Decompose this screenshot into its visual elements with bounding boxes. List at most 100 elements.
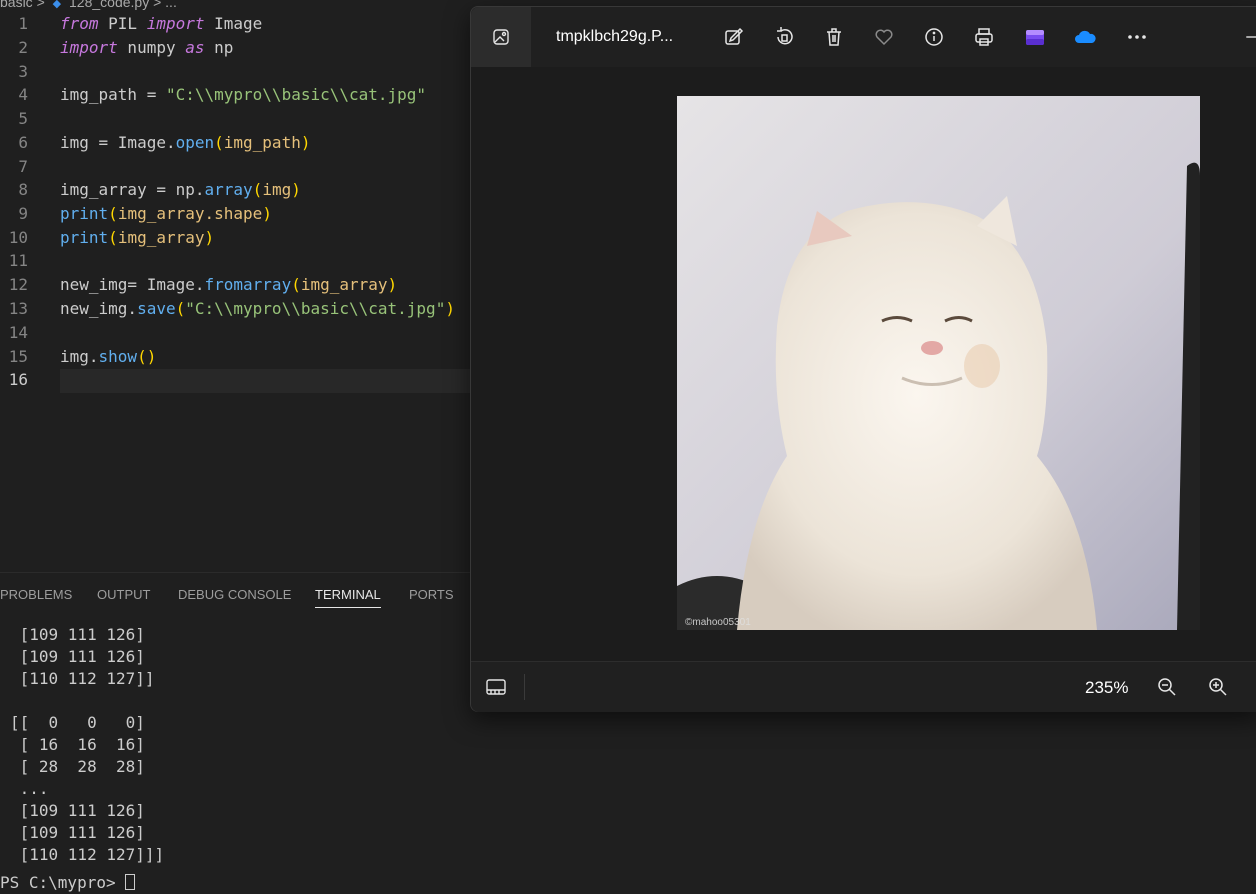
breadcrumb-separator: > <box>153 0 162 10</box>
clipchamp-icon <box>1026 30 1044 45</box>
breadcrumb-file[interactable]: 128_code.py <box>69 0 149 10</box>
delete-icon <box>827 28 841 46</box>
rotate-icon <box>777 27 793 45</box>
edit-image-icon <box>725 27 744 45</box>
code-line[interactable]: 2 import numpy as np <box>0 36 470 60</box>
line-number: 6 <box>18 133 28 152</box>
zoom-in-button[interactable] <box>1206 675 1230 699</box>
tab-output[interactable]: OUTPUT <box>97 587 150 602</box>
terminal[interactable]: [109 111 126] [109 111 126] [110 112 127… <box>0 624 470 892</box>
code-text: img_array = np.array(img) <box>60 178 301 202</box>
photo-canvas[interactable]: ©mahoo05301 <box>471 67 1256 661</box>
code-token: show <box>98 347 138 366</box>
terminal-line: [110 112 127]]] <box>10 845 165 864</box>
code-token: ) <box>445 299 455 318</box>
line-number: 16 <box>8 370 28 389</box>
line-number: 9 <box>18 204 28 223</box>
code-line[interactable]: 12 new_img= Image.fromarray(img_array) <box>0 273 470 297</box>
breadcrumb-more[interactable]: ... <box>165 0 177 10</box>
tab-terminal[interactable]: TERMINAL <box>315 587 381 608</box>
code-line[interactable]: 1 from PIL import Image <box>0 12 470 36</box>
gallery-button[interactable] <box>471 7 531 67</box>
code-line[interactable]: 16 <box>0 368 470 392</box>
code-line[interactable]: 9 print(img_array.shape) <box>0 202 470 226</box>
code-token: import <box>146 14 205 33</box>
panel-tabs: PROBLEMS OUTPUT DEBUG CONSOLE TERMINAL PORTS <box>0 572 470 613</box>
terminal-line: [109 111 126] <box>10 647 145 666</box>
code-token: img <box>262 180 292 199</box>
info-button[interactable] <box>919 22 949 52</box>
line-number: 13 <box>8 299 28 318</box>
code-line[interactable]: 11 <box>0 249 470 273</box>
line-number: 11 <box>8 251 28 270</box>
code-token: save <box>137 299 176 318</box>
code-line[interactable]: 8 img_array = np.array(img) <box>0 178 470 202</box>
zoom-out-button[interactable] <box>1155 675 1179 699</box>
terminal-line: [110 112 127]] <box>10 669 155 688</box>
minimize-button[interactable] <box>1239 22 1256 52</box>
line-number: 2 <box>18 38 28 57</box>
zoom-in-icon <box>1209 678 1227 696</box>
info-icon <box>925 28 943 46</box>
code-text: print(img_array.shape) <box>60 202 272 226</box>
code-token: from <box>60 14 99 33</box>
code-line[interactable]: 10 print(img_array) <box>0 226 470 250</box>
code-token: ) <box>204 228 215 247</box>
code-line[interactable]: 14 <box>0 321 470 345</box>
onedrive-button[interactable] <box>1070 22 1100 52</box>
breadcrumb-folder[interactable]: basic <box>0 0 33 10</box>
code-token: img_path = <box>60 85 166 104</box>
photos-toolbar: tmpklbch29g.P... <box>471 7 1256 67</box>
tab-ports[interactable]: PORTS <box>409 587 454 602</box>
code-token: print <box>60 228 109 247</box>
terminal-prompt-line[interactable]: PS C:\mypro> <box>0 872 136 894</box>
code-token: numpy <box>117 38 186 57</box>
code-line[interactable]: 15 img.show() <box>0 345 470 369</box>
line-number: 7 <box>18 157 28 176</box>
code-token: as <box>185 38 205 57</box>
favorite-heart-icon <box>875 29 893 46</box>
breadcrumb-separator: > <box>36 0 45 10</box>
code-line[interactable]: 6 img = Image.open(img_path) <box>0 131 470 155</box>
more-options-icon <box>1128 35 1146 39</box>
code-token: array <box>204 180 253 199</box>
code-token: PIL <box>98 14 147 33</box>
code-token: print <box>60 204 109 223</box>
status-bar-divider <box>524 674 525 700</box>
code-token: ) <box>291 180 301 199</box>
filmstrip-icon <box>486 679 506 695</box>
code-line[interactable]: 5 <box>0 107 470 131</box>
code-token: img_array = np. <box>60 180 205 199</box>
line-number: 10 <box>8 228 28 247</box>
tab-problems[interactable]: PROBLEMS <box>0 587 72 602</box>
photos-status-bar: 235% <box>471 661 1256 712</box>
code-text: new_img.save("C:\\mypro\\basic\\cat.jpg"… <box>60 297 455 321</box>
code-token: img_array.shape <box>117 204 263 223</box>
photos-viewer-window: tmpklbch29g.P... ©mahoo05301 235% <box>470 6 1256 712</box>
edit-image-button[interactable] <box>719 22 749 52</box>
favorite-button[interactable] <box>869 22 899 52</box>
clipchamp-button[interactable] <box>1020 22 1050 52</box>
gallery-icon <box>493 29 509 45</box>
filmstrip-button[interactable] <box>484 675 508 699</box>
breadcrumb[interactable]: basic > ◆ 128_code.py > ... <box>0 0 177 10</box>
code-token: ( <box>291 275 301 294</box>
code-line[interactable]: 3 <box>0 60 470 84</box>
code-text: img_path = "C:\\mypro\\basic\\cat.jpg" <box>60 83 426 107</box>
code-editor[interactable]: 1 from PIL import Image 2 import numpy as n… <box>0 12 470 572</box>
code-line[interactable]: 4 img_path = "C:\\mypro\\basic\\cat.jpg" <box>0 83 470 107</box>
zoom-level: 235% <box>1085 678 1129 697</box>
code-line[interactable]: 13 new_img.save("C:\\mypro\\basic\\cat.jp… <box>0 297 470 321</box>
print-button[interactable] <box>969 22 999 52</box>
code-text: import numpy as np <box>60 36 233 60</box>
delete-button[interactable] <box>819 22 849 52</box>
code-text: print(img_array) <box>60 226 214 250</box>
rotate-button[interactable] <box>769 22 799 52</box>
code-token: ) <box>387 275 398 294</box>
python-file-icon: ◆ <box>52 0 62 10</box>
code-token: img = Image. <box>60 133 176 152</box>
code-line[interactable]: 7 <box>0 155 470 179</box>
more-options-button[interactable] <box>1122 22 1152 52</box>
code-token: img_path <box>223 133 301 152</box>
tab-debug-console[interactable]: DEBUG CONSOLE <box>178 587 291 602</box>
